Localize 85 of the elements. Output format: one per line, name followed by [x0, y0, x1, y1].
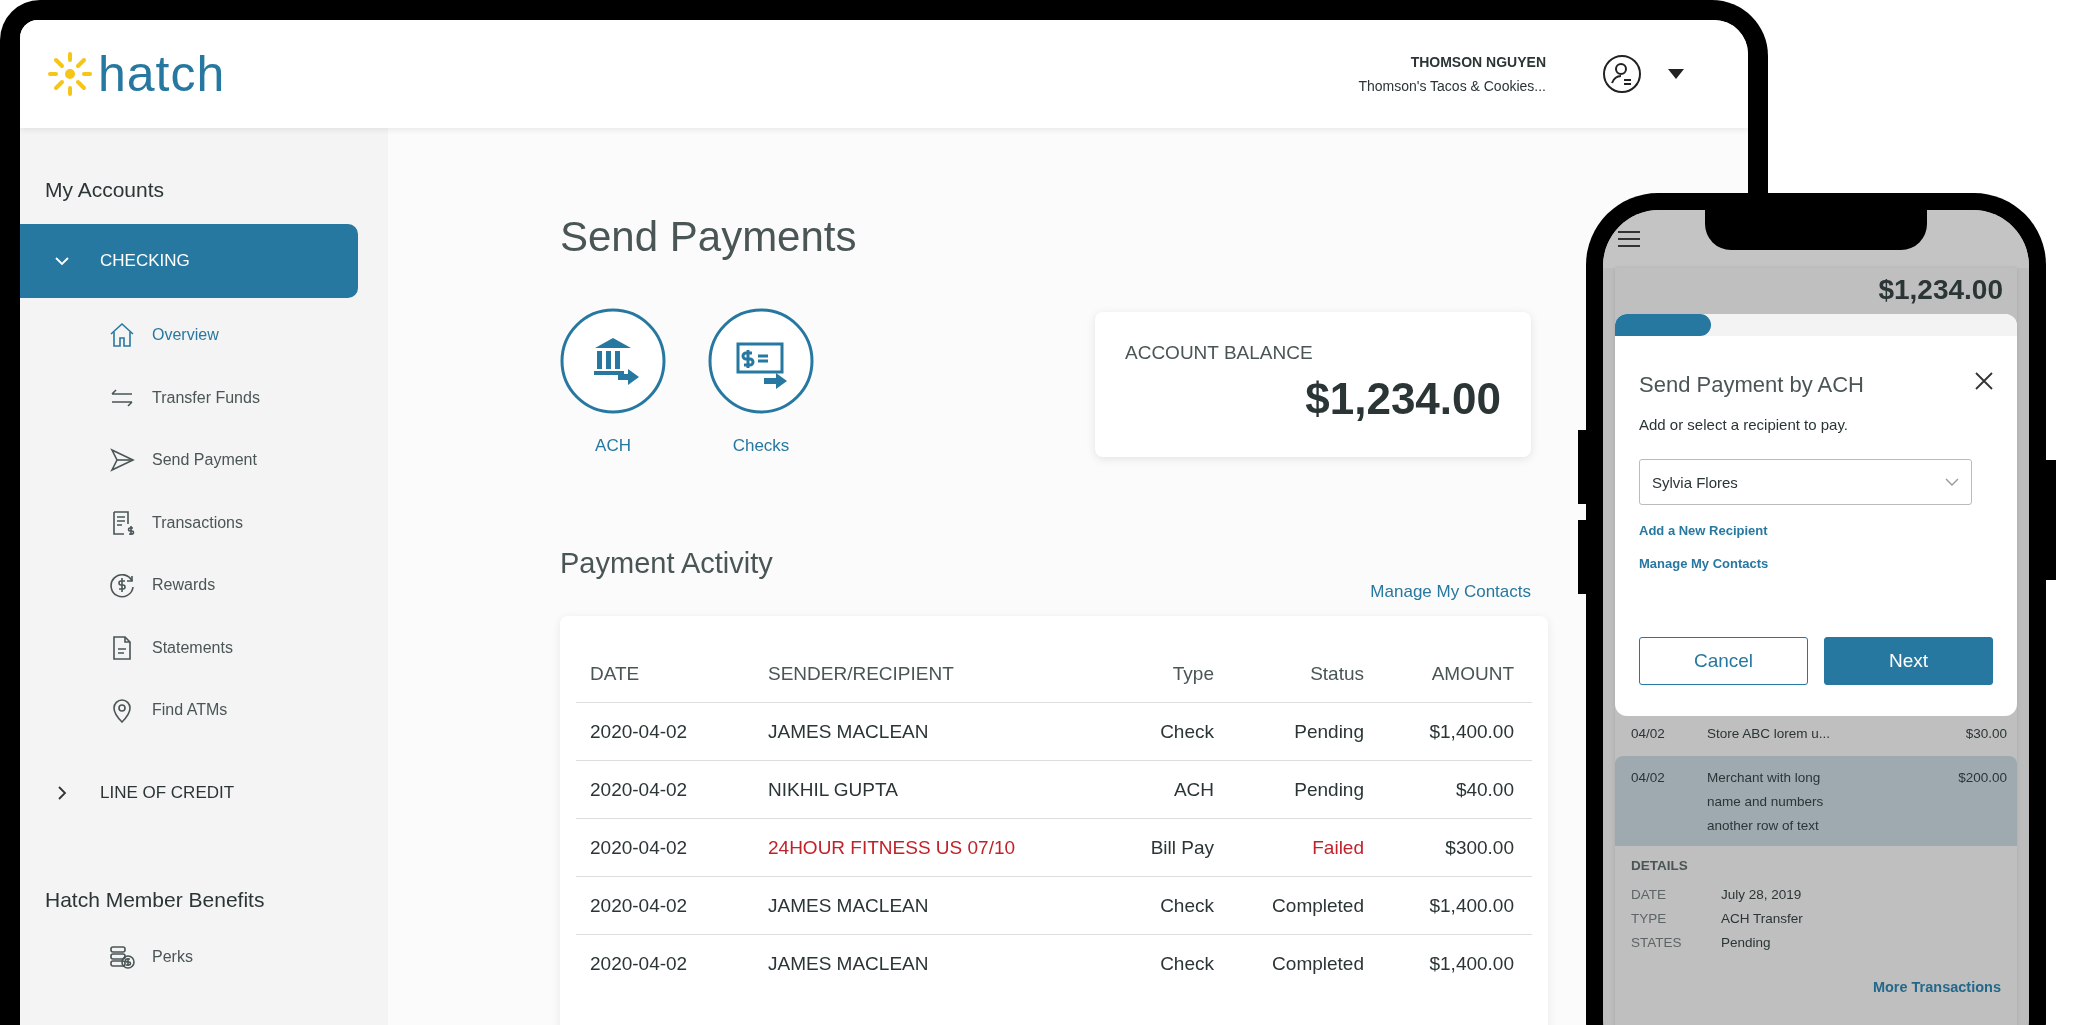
transaction-row[interactable]: 04/02 Store ABC lorem u... $30.00	[1615, 716, 2017, 752]
nav-item[interactable]: Overview	[20, 304, 388, 367]
transaction-date: 04/02	[1631, 725, 1666, 743]
table-cell-text: Bill Pay	[1149, 836, 1214, 859]
account-item[interactable]: LINE OF CREDIT	[20, 755, 358, 830]
nav-item[interactable]: Find ATMs	[20, 679, 388, 742]
table-cell-text: 2020-04-02	[590, 952, 689, 975]
more-transactions-link[interactable]: More Transactions	[1872, 979, 2001, 995]
section-title: Payment Activity	[560, 547, 774, 580]
cancel-button[interactable]: Cancel	[1639, 637, 1808, 685]
sun-logo-icon	[48, 52, 92, 96]
table-cell-text: JAMES MACLEAN	[768, 894, 930, 917]
table-cell-text: Completed	[1271, 894, 1364, 917]
payment-method-link[interactable]: Checks	[732, 436, 790, 456]
table-cell-text: Check	[1159, 894, 1214, 917]
caret-icon[interactable]	[1668, 69, 1684, 79]
transaction-date: 04/02	[1631, 769, 1666, 787]
table-cell-text: Completed	[1271, 952, 1364, 975]
account-item[interactable]: CHECKING	[20, 224, 358, 298]
detail-label: TYPE	[1631, 910, 1668, 928]
table-cell-text: Pending	[1293, 720, 1364, 743]
chevron-icon	[1945, 478, 1959, 486]
logo-wordmark: hatch	[98, 49, 226, 99]
table-cell-text: 2020-04-02	[590, 778, 689, 801]
nav-item[interactable]: Transfer Funds	[20, 366, 388, 429]
rewards-icon	[108, 571, 136, 600]
detail-label: DATE	[1631, 886, 1667, 904]
table-cell-text: Pending	[1293, 778, 1364, 801]
transaction-amount: $200.00	[1957, 769, 2007, 787]
table-cell-text: Check	[1159, 952, 1214, 975]
table-cell-text: 2020-04-02	[590, 836, 689, 859]
payment-method-link[interactable]: ACH	[595, 436, 631, 456]
balance-amount: $1,234.00	[1304, 374, 1501, 424]
table-cell-text: NIKHIL GUPTA	[768, 778, 899, 801]
table-cell-text: $1,400.00	[1428, 952, 1514, 975]
column-header: DATE	[590, 663, 641, 685]
balance-label: ACCOUNT BALANCE	[1125, 342, 1314, 364]
table-cell-text: ACH	[1172, 778, 1214, 801]
menu-icon[interactable]	[1618, 230, 1640, 248]
table-cell-text: JAMES MACLEAN	[768, 720, 930, 743]
balance-amount: $1,234.00	[1878, 273, 2004, 307]
dialog-link[interactable]: Manage My Contacts	[1639, 556, 1993, 571]
column-header: Type	[1171, 663, 1214, 685]
dialog-title: Send Payment by ACH	[1639, 372, 1864, 398]
transaction-row[interactable]: 04/02 Merchant with long name and numbers another row of text $200.00	[1615, 756, 2017, 846]
next-button[interactable]: Next	[1824, 637, 1993, 685]
page-title: Send Payments	[560, 216, 858, 258]
column-header: AMOUNT	[1430, 663, 1514, 685]
table-cell-text: $1,400.00	[1428, 894, 1514, 917]
table-cell-text: Check	[1159, 720, 1214, 743]
dialog-link[interactable]: Add a New Recipient	[1639, 523, 1993, 538]
table-cell-text: Failed	[1311, 836, 1364, 859]
table-cell-text: $40.00	[1454, 778, 1514, 801]
user-name: THOMSON NGUYEN	[1410, 54, 1546, 70]
send-icon	[108, 446, 136, 475]
user-avatar-icon[interactable]	[1602, 54, 1642, 94]
table-cell-text: 2020-04-02	[590, 720, 689, 743]
section-title: Hatch Member Benefits	[44, 887, 266, 912]
table-cell-text: $1,400.00	[1428, 720, 1514, 743]
transaction-amount: $30.00	[1964, 725, 2007, 743]
nav-item[interactable]: Send Payment	[20, 429, 388, 492]
transaction-description: Store ABC lorem u...	[1707, 725, 1832, 743]
section-title: My Accounts	[44, 178, 166, 202]
table-cell-text: $300.00	[1444, 836, 1514, 859]
nav-item[interactable]: Transactions	[20, 491, 388, 554]
close-icon[interactable]	[1975, 372, 1993, 390]
manage-contacts-link[interactable]: Manage My Contacts	[1370, 582, 1531, 602]
table-cell-text: JAMES MACLEAN	[768, 952, 930, 975]
transaction-description: Merchant with long name and numbers another row of text	[1707, 769, 1825, 835]
detail-value: ACH Transfer	[1721, 910, 1804, 928]
nav-item[interactable]: Rewards	[20, 554, 388, 617]
company-name: Thomson's Tacos & Cookies...	[1358, 78, 1546, 94]
table-cell-text: 2020-04-02	[590, 894, 689, 917]
detail-value: July 28, 2019	[1721, 886, 1803, 904]
detail-label: STATES	[1631, 934, 1683, 952]
nav-item[interactable]: Perks	[20, 925, 388, 988]
instruction-text: Add or select a recipient to pay.	[1639, 416, 1849, 433]
detail-value: Pending	[1721, 934, 1772, 952]
table-cell-text: 24HOUR FITNESS US 07/10	[768, 836, 1017, 859]
nav-item[interactable]: Statements	[20, 616, 388, 679]
recipient-select[interactable]: Sylvia Flores	[1639, 459, 1972, 505]
column-header: SENDER/RECIPIENT	[768, 663, 955, 685]
details-title: DETAILS	[1631, 858, 1689, 873]
home-icon	[108, 321, 136, 350]
column-header: Status	[1309, 663, 1364, 685]
